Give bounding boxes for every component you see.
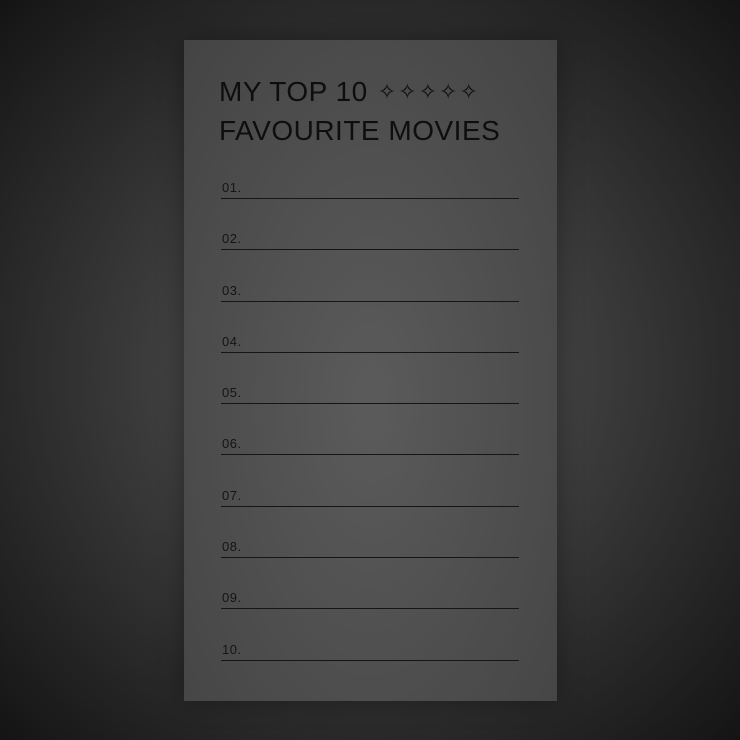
writing-line: [221, 351, 519, 353]
writing-line: [221, 403, 519, 405]
writing-line: [221, 454, 519, 456]
list-item[interactable]: 03.: [221, 277, 519, 328]
item-number: 09.: [222, 590, 242, 606]
item-number: 03.: [222, 282, 242, 298]
title-line-1: MY TOP 10 ✧✧✧✧✧: [219, 78, 480, 106]
writing-line: [221, 198, 519, 199]
item-number: 04.: [222, 333, 242, 349]
list-item[interactable]: 07.: [221, 482, 519, 533]
movie-list: 01. 02. 03. 04. 05. 06. 07. 08. 09. 10.: [221, 174, 519, 687]
writing-line: [221, 557, 519, 559]
list-item[interactable]: 04.: [221, 328, 519, 379]
list-item[interactable]: 08.: [221, 533, 519, 584]
writing-line: [221, 659, 519, 661]
item-number: 05.: [222, 385, 242, 401]
movie-list-card: MY TOP 10 ✧✧✧✧✧ FAVOURITE MOVIES 01. 02. …: [184, 40, 557, 701]
title-line-2: FAVOURITE MOVIES: [219, 115, 501, 146]
list-item[interactable]: 01.: [221, 174, 519, 225]
sparkle-icons: ✧✧✧✧✧: [377, 79, 480, 104]
list-item[interactable]: 10.: [221, 636, 519, 687]
writing-line: [221, 505, 519, 507]
item-number: 01.: [222, 180, 242, 195]
list-item[interactable]: 06.: [221, 430, 519, 481]
item-number: 02.: [222, 231, 242, 247]
writing-line: [221, 249, 519, 251]
item-number: 06.: [222, 436, 242, 452]
writing-line: [221, 300, 519, 302]
list-item[interactable]: 02.: [221, 225, 519, 276]
item-number: 07.: [222, 487, 242, 503]
item-number: 10.: [222, 641, 242, 657]
list-item[interactable]: 09.: [221, 584, 519, 635]
item-number: 08.: [222, 539, 242, 555]
list-item[interactable]: 05.: [221, 379, 519, 430]
writing-line: [221, 608, 519, 610]
title-main: MY TOP 10: [219, 76, 368, 107]
